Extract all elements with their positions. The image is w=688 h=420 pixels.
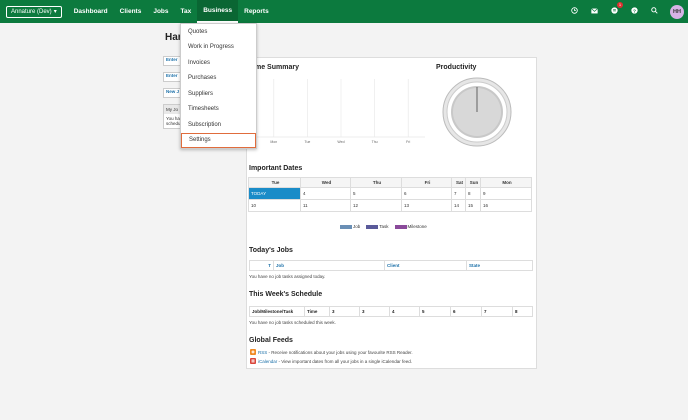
- cal-header: Mon: [480, 177, 532, 188]
- col-job-milestone-task: Job/Milestone/Task: [249, 306, 305, 317]
- business-dropdown-menu: Quotes Work in Progress Invoices Purchas…: [180, 23, 257, 149]
- cal-cell-today[interactable]: TODAY: [248, 187, 301, 200]
- menu-item-quotes[interactable]: Quotes: [181, 24, 256, 40]
- menu-item-timesheets[interactable]: Timesheets: [181, 102, 256, 118]
- cal-cell[interactable]: 6: [401, 187, 452, 200]
- cal-header: Thu: [350, 177, 402, 188]
- weekly-schedule-table: Job/Milestone/Task Time 3 3 4 5 6 7 8: [249, 306, 533, 317]
- rss-icon: ◉: [250, 349, 256, 355]
- organisation-switcher[interactable]: Annature (Dev) ▾: [6, 5, 62, 18]
- col-job[interactable]: Job: [273, 260, 385, 271]
- mail-icon[interactable]: [590, 7, 598, 16]
- col-day: 3: [329, 306, 360, 317]
- cal-cell[interactable]: 12: [350, 199, 402, 212]
- top-icons: 1 ? HH: [570, 0, 684, 23]
- cal-header: Fri: [401, 177, 452, 188]
- col-day: 8: [512, 306, 533, 317]
- notifications-icon[interactable]: 1: [610, 2, 623, 16]
- col-day: 6: [450, 306, 482, 317]
- legend-task: Task: [366, 224, 389, 229]
- important-dates-calendar: Tue Wed Thu Fri Sat Sun Mon TODAY 4 5 6 …: [248, 177, 532, 212]
- cal-cell[interactable]: 14: [451, 199, 466, 212]
- nav-business[interactable]: Business: [197, 0, 239, 23]
- avatar[interactable]: HH: [670, 4, 684, 19]
- svg-text:?: ?: [633, 8, 636, 14]
- global-feeds-title: Global Feeds: [249, 337, 293, 344]
- cal-cell[interactable]: 7: [451, 187, 466, 200]
- menu-item-work-in-progress[interactable]: Work in Progress: [181, 40, 256, 56]
- nav-reports[interactable]: Reports: [238, 0, 275, 23]
- ical-description: - View important dates from all your job…: [277, 358, 412, 364]
- nav-jobs[interactable]: Jobs: [147, 0, 174, 23]
- rss-link[interactable]: RSS: [258, 350, 267, 355]
- weekly-schedule-empty: You have no job tasks scheduled this wee…: [249, 320, 336, 325]
- chart-tick-label: Wed: [337, 140, 344, 144]
- cal-header: Tue: [248, 177, 301, 188]
- productivity-gauge: [442, 77, 512, 147]
- menu-item-invoices[interactable]: Invoices: [181, 55, 256, 71]
- chart-tick-label: Fri: [406, 140, 410, 144]
- menu-item-settings[interactable]: Settings: [181, 132, 256, 148]
- legend-job: Job: [340, 224, 360, 229]
- calendar-icon: ▦: [250, 358, 256, 364]
- legend-milestone: Milestone: [394, 224, 427, 229]
- cal-cell[interactable]: 11: [300, 199, 351, 212]
- chart-tick-label: Thu: [372, 140, 378, 144]
- job-swatch: [340, 224, 352, 229]
- rss-feed-row: ◉ RSS - Receive notifications about your…: [250, 349, 413, 355]
- icalendar-link[interactable]: iCalendar: [258, 359, 277, 364]
- cal-header: Sun: [465, 177, 481, 188]
- col-day: 5: [419, 306, 451, 317]
- weekly-schedule-title: This Week's Schedule: [249, 291, 323, 298]
- cal-cell[interactable]: 15: [465, 199, 481, 212]
- time-summary-title: me Summary: [255, 64, 299, 71]
- cal-cell[interactable]: 16: [480, 199, 532, 212]
- notification-badge: 1: [617, 2, 623, 8]
- nav-tax[interactable]: Tax: [175, 0, 198, 23]
- time-summary-chart: Mon Tue Wed Thu Fri: [257, 79, 425, 144]
- menu-item-subscription[interactable]: Subscription: [181, 117, 256, 133]
- todays-jobs-title: Today's Jobs: [249, 247, 293, 254]
- ical-feed-row: ▦ iCalendar - View important dates from …: [250, 358, 412, 364]
- col-day: 3: [359, 306, 390, 317]
- cal-cell[interactable]: 13: [401, 199, 452, 212]
- clock-icon[interactable]: [570, 7, 578, 16]
- organisation-name: Annature (Dev): [11, 8, 52, 15]
- menu-item-purchases[interactable]: Purchases: [181, 71, 256, 87]
- main-nav: Dashboard Clients Jobs Tax Business Repo…: [68, 0, 275, 23]
- cal-cell[interactable]: 5: [350, 187, 402, 200]
- todays-jobs-empty: You have no job tasks assigned today.: [249, 274, 326, 279]
- cal-cell[interactable]: 8: [465, 187, 481, 200]
- top-navigation-bar: Annature (Dev) ▾ Dashboard Clients Jobs …: [0, 0, 688, 23]
- col-day: 7: [481, 306, 513, 317]
- help-icon[interactable]: ?: [630, 7, 638, 16]
- calendar-legend: Job Task Milestone: [340, 224, 427, 229]
- milestone-swatch: [394, 224, 407, 229]
- chevron-down-icon: ▾: [53, 9, 57, 15]
- col-client[interactable]: Client: [384, 260, 467, 271]
- todays-jobs-table: T Job Client State: [249, 260, 533, 271]
- cal-cell[interactable]: 9: [480, 187, 532, 200]
- cal-cell[interactable]: 10: [248, 199, 301, 212]
- col-type[interactable]: T: [249, 260, 274, 271]
- nav-dashboard[interactable]: Dashboard: [68, 0, 114, 23]
- cal-cell[interactable]: 4: [300, 187, 351, 200]
- important-dates-title: Important Dates: [249, 165, 303, 172]
- rss-description: - Receive notifications about your jobs …: [267, 349, 413, 355]
- productivity-title: Productivity: [436, 64, 477, 71]
- col-time: Time: [304, 306, 330, 317]
- chart-tick-label: Mon: [270, 140, 277, 144]
- menu-item-suppliers[interactable]: Suppliers: [181, 86, 256, 102]
- search-icon[interactable]: [650, 7, 658, 16]
- chart-tick-label: Tue: [304, 140, 310, 144]
- cal-header: Wed: [300, 177, 351, 188]
- cal-header: Sat: [451, 177, 466, 188]
- nav-clients[interactable]: Clients: [114, 0, 148, 23]
- col-day: 4: [389, 306, 420, 317]
- col-state[interactable]: State: [466, 260, 533, 271]
- task-swatch: [366, 224, 379, 229]
